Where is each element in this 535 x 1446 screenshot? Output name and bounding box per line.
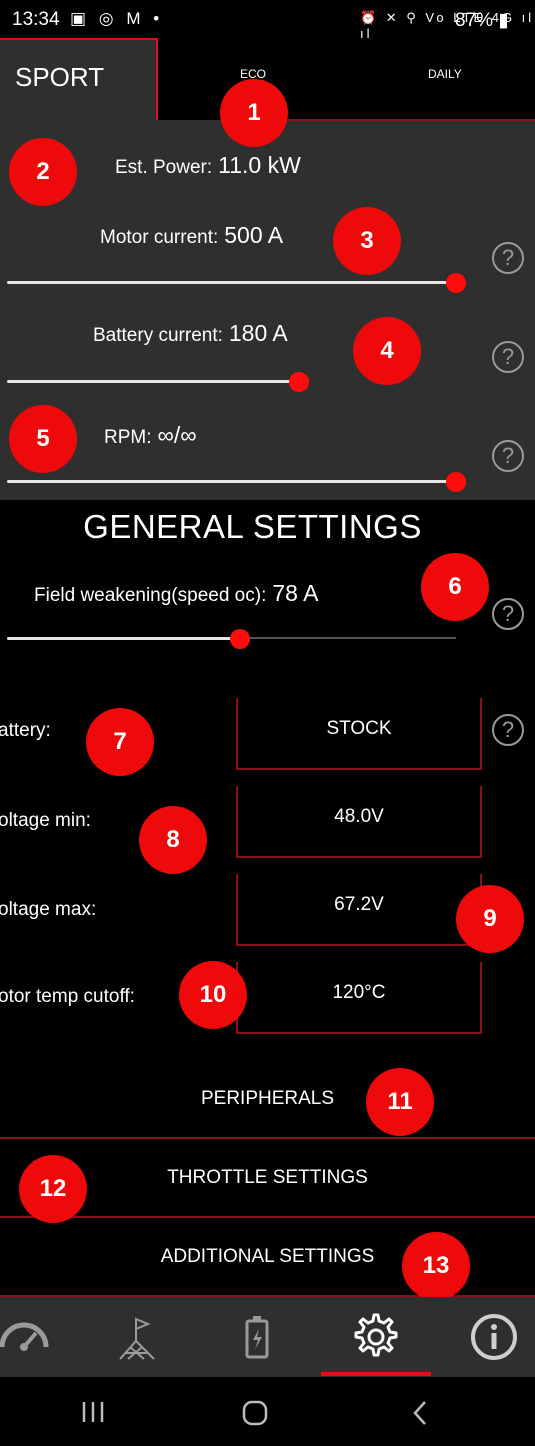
battery-current-row: Battery current: 180 A — [93, 320, 288, 347]
nav-battery[interactable] — [203, 1297, 310, 1377]
battery-current-value: 180 A — [228, 320, 288, 346]
marker-12: 12 — [19, 1155, 87, 1223]
field-weakening-help-icon[interactable]: ? — [492, 598, 524, 630]
rpm-help-icon[interactable]: ? — [492, 440, 524, 472]
motor-current-help-icon[interactable]: ? — [492, 242, 524, 274]
info-icon — [470, 1314, 517, 1360]
marker-1: 1 — [220, 79, 288, 147]
settings-icon — [354, 1313, 397, 1357]
rpm-value: ∞/∞ — [157, 422, 197, 448]
battery-icon: ▮ — [498, 10, 509, 31]
marker-3: 3 — [333, 207, 401, 275]
motor-current-slider-track — [7, 281, 456, 284]
status-time: 13:34 — [12, 9, 60, 30]
nav-map[interactable] — [84, 1297, 191, 1377]
system-nav-bar — [0, 1377, 535, 1446]
motor-current-row: Motor current: 500 A — [100, 222, 283, 249]
notification-icons: ▣ ◎ M • — [70, 9, 164, 28]
rpm-row: RPM: ∞/∞ — [104, 422, 197, 449]
est-power-label: Est. Power: — [115, 157, 213, 178]
marker-6: 6 — [421, 553, 489, 621]
bottom-nav — [0, 1297, 535, 1377]
field-weakening-slider-rest — [240, 637, 456, 639]
tab-sport[interactable]: SPORT — [0, 38, 158, 120]
marker-7: 7 — [86, 708, 154, 776]
nav-active-indicator — [321, 1372, 431, 1376]
marker-13: 13 — [402, 1232, 470, 1300]
motor-current-slider-thumb[interactable] — [446, 273, 466, 293]
marker-5: 5 — [9, 405, 77, 473]
general-settings-title: GENERAL SETTINGS — [83, 508, 422, 545]
nav-dashboard[interactable] — [0, 1297, 77, 1377]
voltage-max-label: oltage max: — [0, 899, 97, 920]
field-weakening-value: 78 A — [272, 580, 319, 606]
nav-settings[interactable] — [322, 1297, 429, 1377]
battery-help-icon[interactable]: ? — [492, 714, 524, 746]
marker-9: 9 — [456, 885, 524, 953]
battery-select[interactable]: STOCK — [236, 698, 482, 770]
battery-percentage: 87% ▮ — [455, 10, 509, 31]
voltage-min-label: oltage min: — [0, 810, 91, 831]
tab-daily[interactable]: DAILY — [350, 38, 535, 108]
voltage-max-input[interactable]: 67.2V — [236, 874, 482, 946]
marker-8: 8 — [139, 806, 207, 874]
speedometer-icon — [0, 1322, 48, 1351]
field-weakening-slider-thumb[interactable] — [230, 629, 250, 649]
est-power-value: 11.0 kW — [218, 152, 301, 178]
map-flag-icon — [118, 1317, 155, 1360]
motor-current-value: 500 A — [224, 222, 284, 248]
recent-apps-icon[interactable] — [78, 1399, 108, 1425]
battery-icon — [245, 1316, 268, 1359]
home-icon[interactable] — [240, 1399, 270, 1427]
motor-temp-cutoff-label: otor temp cutoff: — [0, 986, 135, 1007]
status-bar: 13:34 ▣ ◎ M • ⏰ ✕ ⚲ Vo LTE 4G ıl ıl 87% … — [0, 0, 535, 41]
battery-current-slider-track — [7, 380, 299, 383]
back-icon[interactable] — [408, 1399, 434, 1427]
rpm-slider-track — [7, 480, 456, 483]
battery-current-help-icon[interactable]: ? — [492, 341, 524, 373]
rpm-slider-thumb[interactable] — [446, 472, 466, 492]
marker-10: 10 — [179, 961, 247, 1029]
rpm-label: RPM: — [104, 427, 152, 448]
field-weakening-slider-track — [7, 637, 240, 640]
est-power-row: Est. Power: 11.0 kW — [115, 152, 301, 179]
voltage-min-input[interactable]: 48.0V — [236, 786, 482, 858]
field-weakening-label: Field weakening(speed oc): — [34, 585, 267, 606]
nav-info[interactable] — [440, 1297, 535, 1377]
peripherals-button[interactable]: PERIPHERALS — [0, 1060, 535, 1138]
battery-label: attery: — [0, 720, 51, 741]
marker-11: 11 — [366, 1068, 434, 1136]
motor-current-label: Motor current: — [100, 227, 219, 248]
battery-current-label: Battery current: — [93, 325, 223, 346]
marker-2: 2 — [9, 138, 77, 206]
field-weakening-row: Field weakening(speed oc): 78 A — [34, 580, 318, 607]
marker-4: 4 — [353, 317, 421, 385]
motor-temp-cutoff-input[interactable]: 120°C — [236, 962, 482, 1034]
battery-current-slider-thumb[interactable] — [289, 372, 309, 392]
